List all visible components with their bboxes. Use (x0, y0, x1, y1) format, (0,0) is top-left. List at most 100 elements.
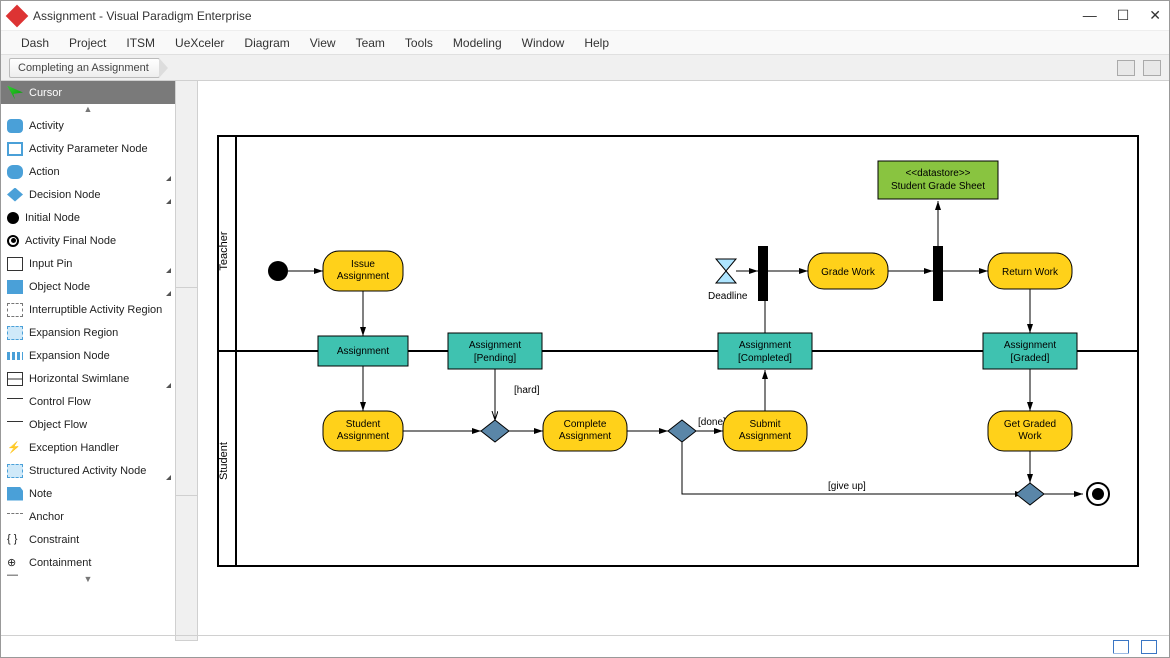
svg-text:Complete: Complete (564, 419, 607, 430)
interrupt-region-icon (7, 303, 23, 317)
menu-tools[interactable]: Tools (405, 36, 433, 50)
palette-label: Input Pin (29, 258, 72, 270)
menu-team[interactable]: Team (356, 36, 385, 50)
swimlane-icon (7, 372, 23, 386)
palette-label: Constraint (29, 534, 79, 546)
palette-object-flow[interactable]: Object Flow (1, 413, 175, 436)
close-button[interactable]: ✕ (1149, 7, 1161, 24)
menu-project[interactable]: Project (69, 36, 106, 50)
join-bar-1[interactable] (758, 246, 768, 301)
palette-containment[interactable]: ⊕—Containment (1, 551, 175, 574)
deadline-top[interactable] (716, 259, 736, 271)
palette-label: Interruptible Activity Region (29, 304, 162, 316)
menu-window[interactable]: Window (522, 36, 565, 50)
svg-text:[Completed]: [Completed] (738, 353, 792, 364)
palette-collapse-up[interactable]: ▲ (1, 104, 175, 114)
final-node-icon (7, 235, 19, 247)
tabbar: Completing an Assignment (1, 55, 1169, 81)
note-icon (7, 487, 23, 501)
gutter-top[interactable] (176, 81, 197, 288)
palette-control-flow[interactable]: Control Flow (1, 390, 175, 413)
menu-view[interactable]: View (310, 36, 336, 50)
palette-cursor[interactable]: Cursor (1, 81, 175, 104)
svg-text:[Graded]: [Graded] (1011, 353, 1050, 364)
svg-text:Assignment: Assignment (739, 340, 791, 351)
palette-note[interactable]: Note (1, 482, 175, 505)
control-flow-icon (7, 398, 23, 412)
palette-decision[interactable]: Decision Node (1, 183, 175, 206)
swimlane-student: Student (218, 442, 230, 480)
label-giveup: [give up] (828, 481, 866, 492)
initial-node-icon (7, 212, 19, 224)
node-datastore[interactable] (878, 161, 998, 199)
palette-expansion-node[interactable]: Expansion Node (1, 344, 175, 367)
menu-itsm[interactable]: ITSM (126, 36, 155, 50)
decision-1[interactable] (481, 420, 509, 442)
palette-activity[interactable]: Activity (1, 114, 175, 137)
svg-text:<<datastore>>: <<datastore>> (905, 168, 970, 179)
palette-constraint[interactable]: { } Constraint (1, 528, 175, 551)
menu-diagram[interactable]: Diagram (244, 36, 289, 50)
activity-diagram-svg: Teacher Student Issue Assignment Assignm… (198, 81, 1158, 621)
gutter-mid[interactable] (176, 288, 197, 495)
palette-structured[interactable]: Structured Activity Node (1, 459, 175, 482)
menu-modeling[interactable]: Modeling (453, 36, 502, 50)
switch-diagram-icon[interactable] (1117, 60, 1135, 76)
palette-expansion-region[interactable]: Expansion Region (1, 321, 175, 344)
decision-2[interactable] (668, 420, 696, 442)
structured-node-icon (7, 464, 23, 478)
menu-uexceler[interactable]: UeXceler (175, 36, 224, 50)
param-node-icon (7, 142, 23, 156)
constraint-icon: { } (7, 533, 23, 547)
menu-help[interactable]: Help (584, 36, 609, 50)
svg-text:[Pending]: [Pending] (474, 353, 516, 364)
palette-initial[interactable]: Initial Node (1, 206, 175, 229)
mail-icon[interactable] (1113, 640, 1129, 654)
gutter-bot[interactable] (176, 496, 197, 641)
palette-label: Control Flow (29, 396, 91, 408)
diagram-canvas[interactable]: Teacher Student Issue Assignment Assignm… (198, 81, 1169, 641)
palette-object-node[interactable]: Object Node (1, 275, 175, 298)
palette-input-pin[interactable]: Input Pin (1, 252, 175, 275)
palette-label: Anchor (29, 511, 64, 523)
svg-text:Assignment: Assignment (469, 340, 521, 351)
note-icon[interactable] (1141, 640, 1157, 654)
titlebar: Assignment - Visual Paradigm Enterprise … (1, 1, 1169, 31)
svg-text:Return Work: Return Work (1002, 267, 1059, 278)
palette-action[interactable]: Action (1, 160, 175, 183)
palette-label: Horizontal Swimlane (29, 373, 129, 385)
decision-icon (7, 188, 23, 202)
statusbar (1, 635, 1169, 657)
palette-collapse-down[interactable]: ▼ (1, 574, 175, 584)
svg-text:Work: Work (1018, 431, 1042, 442)
svg-text:Get Graded: Get Graded (1004, 419, 1056, 430)
svg-text:Student Grade Sheet: Student Grade Sheet (891, 181, 985, 192)
merge-node[interactable] (1016, 483, 1044, 505)
menu-dash[interactable]: Dash (21, 36, 49, 50)
workspace: Cursor ▲ Activity Activity Parameter Nod… (1, 81, 1169, 641)
breadcrumb[interactable]: Completing an Assignment (9, 58, 160, 78)
palette: Cursor ▲ Activity Activity Parameter Nod… (1, 81, 176, 641)
initial-node[interactable] (268, 261, 288, 281)
fork-bar-2[interactable] (933, 246, 943, 301)
menubar: Dash Project ITSM UeXceler Diagram View … (1, 31, 1169, 55)
assignment-label: Assignment (337, 346, 389, 357)
palette-exception[interactable]: ⚡Exception Handler (1, 436, 175, 459)
add-diagram-icon[interactable] (1143, 60, 1161, 76)
palette-activity-param[interactable]: Activity Parameter Node (1, 137, 175, 160)
pane-gutter (176, 81, 198, 641)
deadline-bot[interactable] (716, 271, 736, 283)
palette-label: Decision Node (29, 189, 101, 201)
palette-swimlane[interactable]: Horizontal Swimlane (1, 367, 175, 390)
palette-label: Containment (29, 557, 91, 569)
palette-label: Exception Handler (29, 442, 119, 454)
palette-final[interactable]: Activity Final Node (1, 229, 175, 252)
expansion-node-icon (7, 352, 23, 360)
final-node-dot (1092, 488, 1104, 500)
palette-anchor[interactable]: Anchor (1, 505, 175, 528)
issue-l1: Issue (351, 259, 375, 270)
maximize-button[interactable]: ☐ (1117, 7, 1130, 24)
minimize-button[interactable]: — (1083, 7, 1097, 24)
palette-interrupt[interactable]: Interruptible Activity Region (1, 298, 175, 321)
palette-label: Action (29, 166, 60, 178)
